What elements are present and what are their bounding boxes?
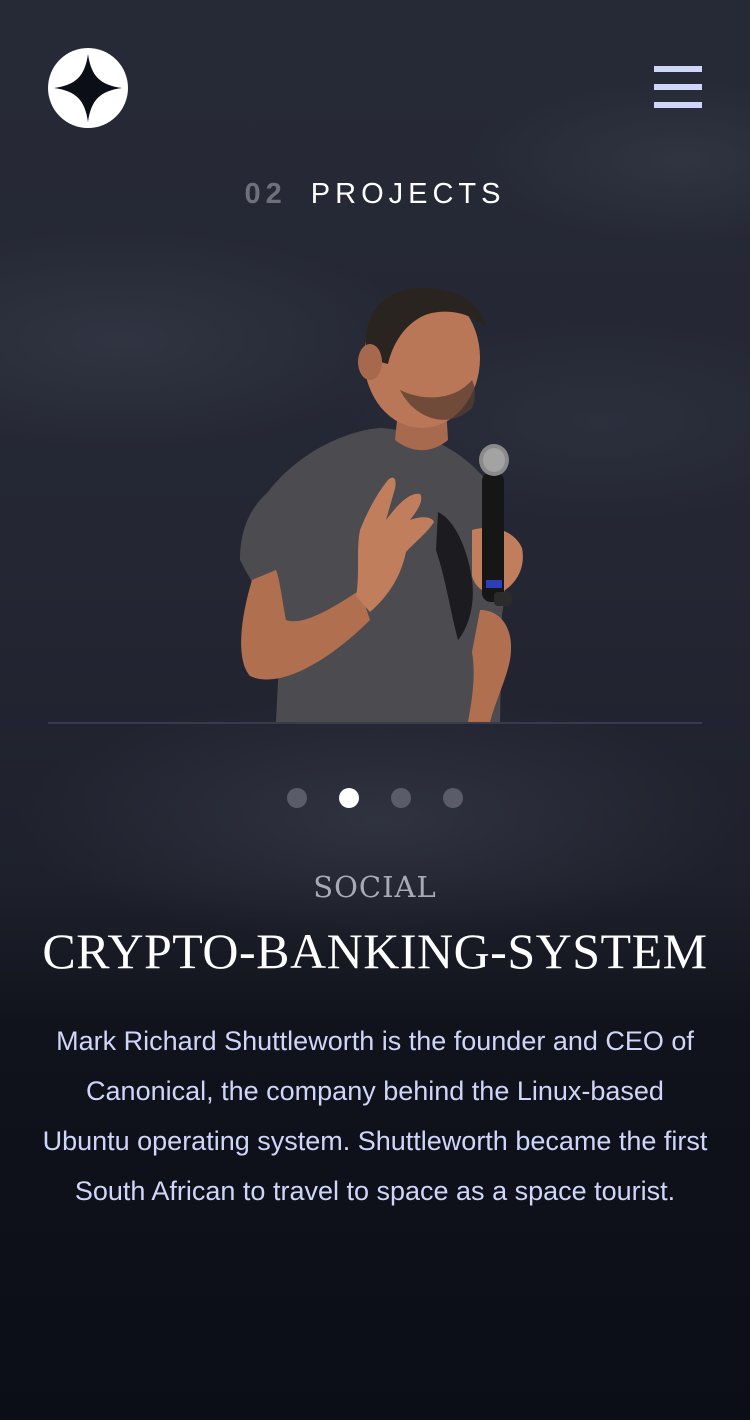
carousel-dot-4[interactable] [443,788,463,808]
speaker-with-microphone-image [240,287,523,722]
carousel-dot-3[interactable] [391,788,411,808]
crew-member-portrait [210,280,550,722]
page-heading: 02 PROJECTS [0,178,750,211]
hamburger-bar [654,102,702,108]
hamburger-bar [654,84,702,90]
page-heading-label: PROJECTS [310,178,506,210]
carousel-pagination [0,788,750,808]
carousel-dot-1[interactable] [287,788,307,808]
member-bio: Mark Richard Shuttleworth is the founder… [42,1026,708,1206]
logo[interactable] [48,48,128,128]
divider [48,722,702,724]
hamburger-menu-button[interactable] [654,66,702,108]
carousel-dot-2[interactable] [339,788,359,808]
page-heading-number: 02 [244,178,287,210]
member-name: CRYPTO-BANKING-SYSTEM [42,923,708,979]
four-point-star-icon [54,54,122,122]
hamburger-menu-icon [654,66,702,72]
member-role: SOCIAL [313,870,437,904]
